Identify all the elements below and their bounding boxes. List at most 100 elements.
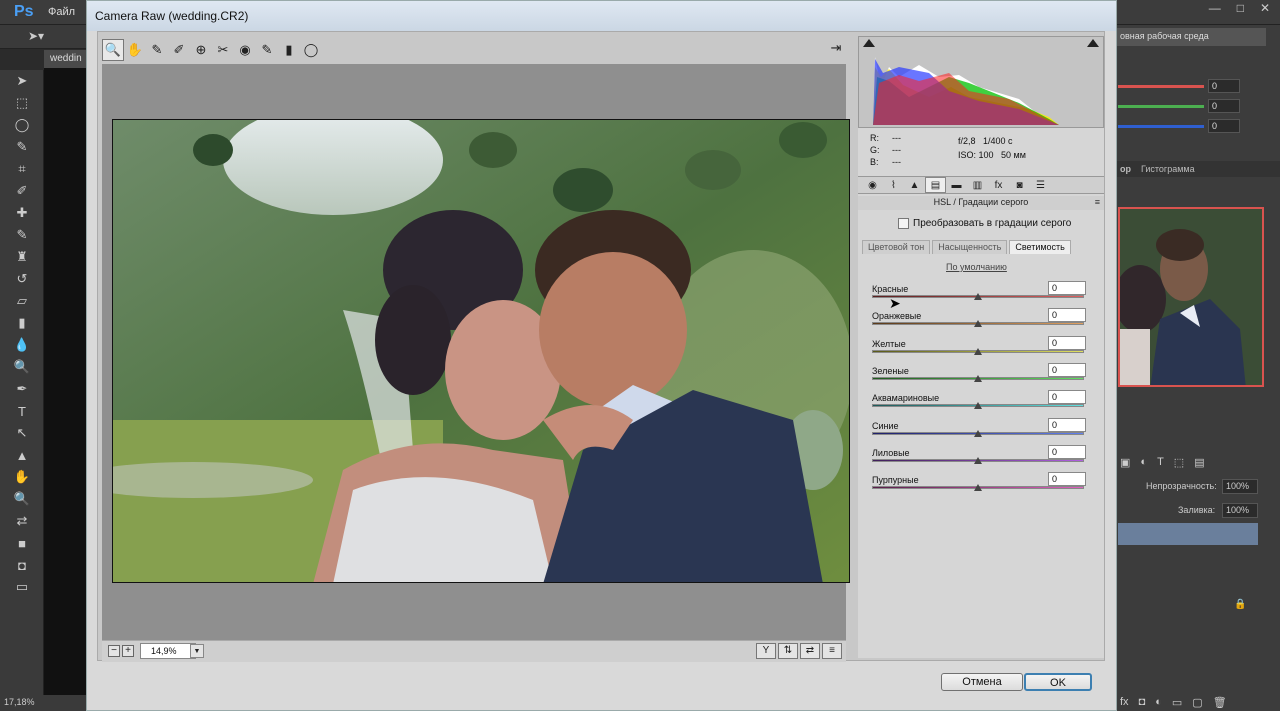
new-layer-icon[interactable]: ▢ [1192,696,1202,710]
pen-icon[interactable]: ✒ [0,378,44,400]
image-layer-icon[interactable]: ▣ [1120,456,1130,470]
graduated-filter-icon[interactable]: ▮ [278,39,300,61]
red-eye-tool-icon[interactable]: ◉ [234,39,256,61]
effects-icon[interactable]: fx [988,177,1009,193]
color-green-value[interactable]: 0 [1208,99,1240,113]
type-layer-icon[interactable]: T [1157,456,1164,470]
radial-filter-icon[interactable]: ◯ [300,39,322,61]
targeted-adjustment-tool-icon[interactable]: ⊕ [190,39,212,61]
minimize-icon[interactable]: — [1209,1,1221,15]
color-green-slider[interactable] [1118,105,1204,108]
eyedropper-icon[interactable]: ✐ [0,180,44,202]
hand-tool-icon[interactable]: ✋ [124,39,146,61]
slider-value[interactable]: 0 [1048,472,1086,487]
zoom-out-button[interactable]: − [108,645,120,657]
preferences-icon[interactable]: ≡ [822,643,842,659]
type-icon[interactable]: T [0,400,44,422]
slider-value[interactable]: 0 [1048,444,1086,459]
crop-tool-icon[interactable]: ✂ [212,39,234,61]
basic-panel-icon[interactable]: ◉ [862,177,883,193]
tab-hue[interactable]: Цветовой тон [862,240,931,254]
group-icon[interactable]: ▭ [1172,696,1182,710]
dodge-icon[interactable]: 🔍 [0,356,44,378]
camera-calibration-icon[interactable]: ◙ [1009,177,1030,193]
slider-handle[interactable] [974,484,982,492]
grayscale-option[interactable]: Преобразовать в градации серого [898,218,1071,229]
slider-handle[interactable] [974,456,982,464]
panel-menu-icon[interactable]: ≡ [1095,197,1100,207]
adjustment-brush-icon[interactable]: ✎ [256,39,278,61]
color-blue-slider[interactable] [1118,125,1204,128]
smart-object-icon[interactable]: ▤ [1194,456,1204,470]
slider-handle[interactable] [974,293,982,300]
mask-icon[interactable]: ◘ [1139,696,1146,710]
move-tool-option-icon[interactable]: ➤▾ [28,29,44,43]
crop-icon[interactable]: ⌗ [0,158,44,180]
stamp-icon[interactable]: ♜ [0,246,44,268]
defaults-link[interactable]: По умолчанию [946,262,1007,272]
highlight-clipping-icon[interactable] [1087,39,1099,47]
eraser-icon[interactable]: ▱ [0,290,44,312]
shape-layer-icon[interactable]: ⬚ [1174,456,1184,470]
color-red-slider[interactable] [1118,85,1204,88]
prev-tab-label[interactable]: ор [1120,164,1131,174]
slider-value[interactable]: 0 [1048,308,1086,323]
slider-value[interactable]: 0 [1048,417,1086,432]
marquee-icon[interactable]: ⬚ [0,92,44,114]
histogram-tab[interactable]: Гистограмма [1141,164,1195,174]
quick-select-icon[interactable]: ✎ [0,136,44,158]
detail-panel-icon[interactable]: ▲ [904,177,925,193]
slider-handle[interactable] [974,402,982,410]
brush-icon[interactable]: ✎ [0,224,44,246]
blur-icon[interactable]: 💧 [0,334,44,356]
color-swatches-icon[interactable]: ■ [0,532,44,554]
cancel-button[interactable]: Отмена [941,673,1023,691]
zoom-tool-icon[interactable]: 🔍 [102,39,124,61]
adjustment-layer-icon[interactable]: ◐ [1140,456,1147,470]
history-brush-icon[interactable]: ↺ [0,268,44,290]
hsl-panel-icon[interactable]: ▤ [925,177,946,193]
copy-settings-icon[interactable]: ⇄ [800,643,820,659]
gradient-icon[interactable]: ▮ [0,312,44,334]
presets-icon[interactable]: ☰ [1030,177,1051,193]
before-after-toggle-icon[interactable]: Y [756,643,776,659]
new-adjustment-icon[interactable]: ◐ [1155,696,1162,710]
shape-icon[interactable]: ▲ [0,444,44,466]
path-select-icon[interactable]: ↖ [0,422,44,444]
fx-icon[interactable]: fx [1120,696,1129,710]
fullscreen-icon[interactable]: ⇥ [826,40,846,60]
slider-value[interactable]: 0 [1048,335,1086,350]
maximize-icon[interactable]: □ [1237,1,1244,15]
move-icon[interactable]: ➤ [0,70,44,92]
workspace-selector[interactable]: овная рабочая среда [1116,28,1266,46]
zoom-icon[interactable]: 🔍 [0,488,44,510]
slider-value[interactable]: 0 [1048,390,1086,405]
white-balance-tool-icon[interactable]: ✎ [146,39,168,61]
quick-mask-icon[interactable]: ◘ [0,554,44,576]
color-blue-value[interactable]: 0 [1208,119,1240,133]
color-sampler-tool-icon[interactable]: ✐ [168,39,190,61]
slider-handle[interactable] [974,347,982,355]
tab-luminance[interactable]: Светимость [1009,240,1071,254]
grayscale-checkbox[interactable] [898,218,909,229]
zoom-dropdown-icon[interactable]: ▼ [190,644,204,658]
trash-icon[interactable]: 🗑 [1213,696,1227,710]
split-toning-icon[interactable]: ▬ [946,177,967,193]
slider-value[interactable]: 0 [1048,281,1086,295]
lasso-icon[interactable]: ◯ [0,114,44,136]
slider-handle[interactable] [974,429,982,437]
slider-handle[interactable] [974,320,982,328]
color-red-value[interactable]: 0 [1208,79,1240,93]
swap-colors-icon[interactable]: ⇄ [0,510,44,532]
slider-handle[interactable] [974,374,982,382]
screen-mode-icon[interactable]: ▭ [0,576,44,598]
opacity-value[interactable]: 100% [1222,479,1258,494]
fill-value[interactable]: 100% [1222,503,1258,518]
shadow-clipping-icon[interactable] [863,39,875,47]
selected-layer[interactable] [1118,523,1258,545]
tone-curve-icon[interactable]: ⌇ [883,177,904,193]
ok-button[interactable]: OK [1024,673,1092,691]
hand-icon[interactable]: ✋ [0,466,44,488]
menu-file[interactable]: Файл [48,6,75,18]
swap-settings-icon[interactable]: ⇅ [778,643,798,659]
